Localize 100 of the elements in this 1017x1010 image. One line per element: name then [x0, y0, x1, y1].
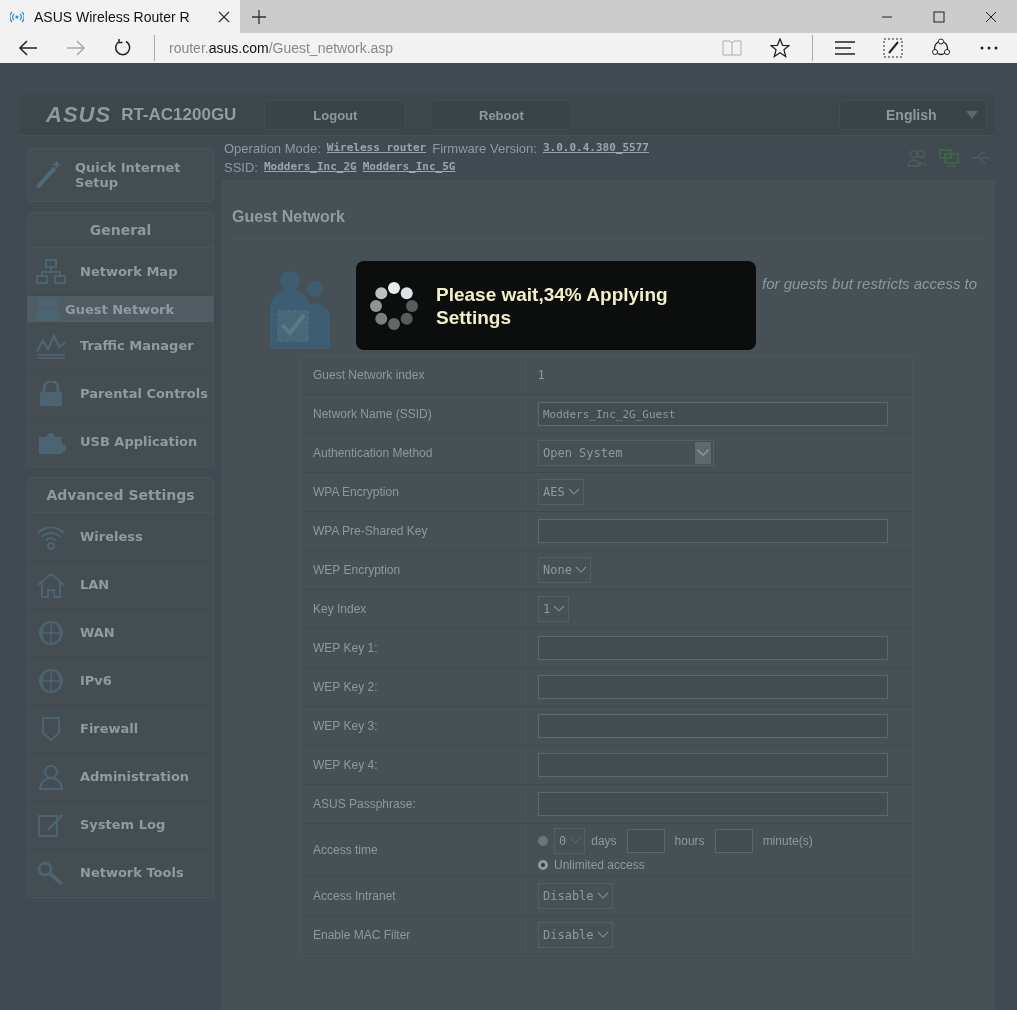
page-title: Guest Network: [232, 207, 346, 227]
more-icon[interactable]: [979, 46, 999, 50]
person-icon: [36, 763, 66, 790]
quick-setup-label: Quick Internet Setup: [75, 160, 182, 190]
forward-icon[interactable]: [66, 40, 86, 56]
house-icon: [36, 571, 66, 598]
maximize-icon[interactable]: [933, 10, 945, 23]
new-tab-icon[interactable]: [252, 9, 266, 24]
sidebar-item[interactable]: USB Application: [28, 418, 213, 466]
menu-icon[interactable]: [835, 41, 855, 55]
sidebar-item[interactable]: LAN: [28, 561, 213, 609]
monitor-icon[interactable]: [939, 149, 959, 167]
input-field[interactable]: [538, 792, 888, 816]
select-field[interactable]: 1: [538, 596, 570, 622]
globe-icon: [36, 667, 66, 694]
unit-label: minute(s): [762, 834, 813, 848]
field-value: 1: [538, 368, 545, 382]
input-field[interactable]: [538, 753, 888, 777]
wifi-icon: [36, 523, 66, 550]
caret-icon: [552, 604, 567, 614]
field-label: WEP Key 1:: [301, 629, 526, 667]
field-label: WEP Encryption: [301, 551, 526, 589]
field-label: Guest Network index: [301, 356, 526, 394]
field-label: WEP Key 2:: [301, 668, 526, 706]
firmware-link[interactable]: 3.0.0.4.380_5577: [542, 141, 649, 156]
wireless-icon: [10, 10, 24, 23]
ssid-link[interactable]: Modders_Inc_5G: [362, 160, 456, 175]
ssid-link[interactable]: Modders_Inc_2G: [263, 160, 357, 175]
caret-icon: [966, 111, 978, 119]
select-field[interactable]: None: [538, 557, 591, 583]
caret-icon: [573, 565, 588, 575]
field-label: WPA Pre-Shared Key: [301, 512, 526, 550]
caret-icon: [695, 442, 711, 464]
globe-icon: [36, 619, 66, 646]
input-field[interactable]: [538, 714, 888, 738]
field-label: Enable MAC Filter: [301, 916, 526, 954]
people-icon: [33, 296, 63, 322]
sidebar-item[interactable]: Network Tools: [28, 849, 213, 897]
star-icon[interactable]: [770, 38, 790, 58]
field-label: WPA Encryption: [301, 473, 526, 511]
select-field[interactable]: Disable: [538, 883, 613, 909]
unit-label: days: [591, 834, 617, 848]
sidebar-item[interactable]: IPv6: [28, 657, 213, 705]
input-field[interactable]: [714, 829, 753, 853]
field-label: ASUS Passphrase:: [301, 785, 526, 823]
close-icon[interactable]: [985, 10, 997, 23]
refresh-icon[interactable]: [114, 39, 132, 57]
input-field[interactable]: [538, 675, 888, 699]
field-label: Key Index: [301, 590, 526, 628]
quick-setup-item[interactable]: Quick Internet Setup: [27, 148, 214, 202]
input-field[interactable]: [626, 829, 665, 853]
model-name: RT-AC1200GU: [121, 105, 237, 125]
option-label: Unlimited access: [554, 858, 645, 872]
sidebar-item[interactable]: System Log: [28, 801, 213, 849]
sidebar-item[interactable]: WAN: [28, 609, 213, 657]
status-label: Operation Mode:: [224, 141, 321, 156]
status-label: SSID:: [224, 160, 258, 175]
field-label: WEP Key 3:: [301, 707, 526, 745]
field-label: Access Intranet: [301, 877, 526, 915]
loading-message: Please wait,34% Applying Settings: [436, 282, 669, 329]
share-icon[interactable]: [931, 38, 951, 58]
close-icon[interactable]: [218, 10, 230, 23]
caret-icon: [566, 487, 581, 497]
sidebar-item[interactable]: Administration: [28, 753, 213, 801]
caret-icon: [595, 930, 610, 940]
header-button[interactable]: Reboot: [430, 100, 573, 130]
section-title: Advanced Settings: [28, 478, 213, 513]
pen-icon[interactable]: [883, 38, 903, 58]
section-title: General: [28, 213, 213, 248]
select-field[interactable]: AES: [538, 479, 584, 505]
input-field[interactable]: [538, 519, 888, 543]
brand-logo: ASUS: [46, 102, 112, 128]
input-field[interactable]: Modders_Inc_2G_Guest: [538, 402, 888, 426]
status-label: Firmware Version:: [432, 141, 537, 156]
field-label: Authentication Method: [301, 434, 526, 472]
field-label: Access time: [301, 824, 526, 876]
tab-title: ASUS Wireless Router R: [34, 8, 191, 25]
network-icon: [36, 258, 66, 285]
sidebar-item[interactable]: Parental Controls: [28, 370, 213, 418]
unit-label: hours: [674, 834, 705, 848]
radio-button[interactable]: [538, 836, 548, 846]
book-icon[interactable]: [722, 40, 742, 56]
browser-tab[interactable]: ASUS Wireless Router R: [0, 0, 240, 33]
radio-button[interactable]: [538, 860, 548, 870]
sidebar-item[interactable]: Guest Network: [28, 296, 213, 322]
language-select[interactable]: English: [839, 100, 987, 130]
chart-icon: [36, 332, 66, 359]
header-button[interactable]: Logout: [264, 100, 407, 130]
field-label: WEP Key 4:: [301, 746, 526, 784]
select-field[interactable]: Open System: [538, 440, 714, 466]
select-field[interactable]: Disable: [538, 922, 613, 948]
sidebar-item[interactable]: Firewall: [28, 705, 213, 753]
mode-link[interactable]: Wireless router: [326, 141, 427, 156]
field-label: Network Name (SSID): [301, 395, 526, 433]
wrench-icon: [36, 859, 66, 886]
back-icon[interactable]: [18, 40, 38, 56]
sidebar-item[interactable]: Traffic Manager: [28, 322, 213, 370]
sidebar-item[interactable]: Wireless: [28, 513, 213, 561]
input-field[interactable]: [538, 636, 888, 660]
select-field[interactable]: 0: [554, 828, 586, 854]
